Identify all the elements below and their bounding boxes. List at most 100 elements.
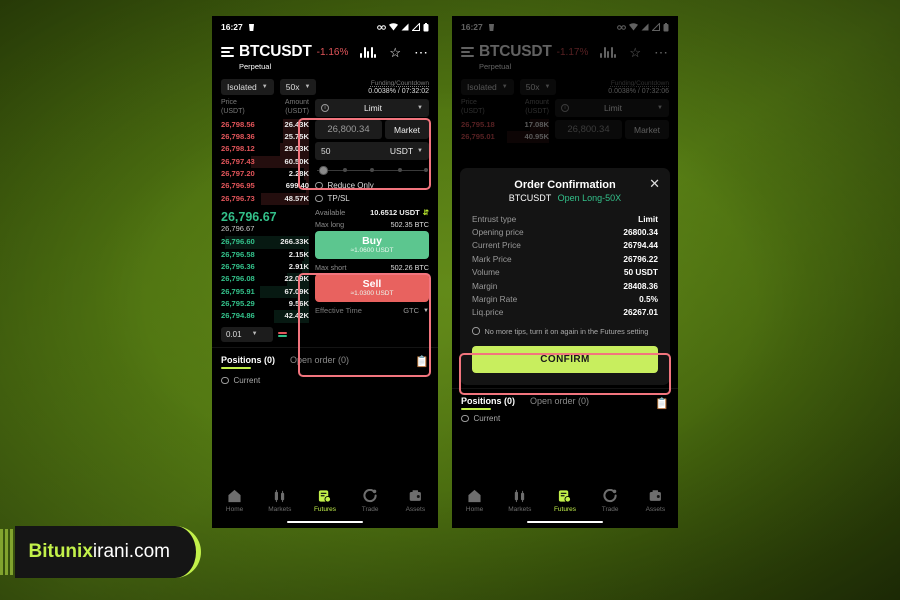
order-book-row[interactable]: 26,797.20 2.28K — [221, 168, 309, 181]
info-icon[interactable]: i — [321, 104, 329, 112]
nav-item-markets[interactable]: Markets — [260, 488, 300, 513]
wallet-transfer-icon[interactable]: ⇵ — [423, 208, 429, 217]
nav-label: Futures — [553, 506, 576, 513]
tab-positions[interactable]: Positions (0) — [221, 355, 275, 369]
slider-node[interactable] — [370, 168, 374, 173]
nav-item-markets[interactable]: Markets — [500, 488, 540, 513]
depth-view-icon[interactable] — [278, 331, 287, 337]
order-book-row[interactable]: 26,796.58 2.15K — [221, 248, 309, 261]
no-more-tips-checkbox[interactable]: No more tips, turn it on again in the Fu… — [472, 327, 658, 337]
more-options-icon[interactable]: ⋯ — [414, 45, 429, 59]
tp-sl-checkbox[interactable]: TP/SL — [315, 194, 429, 203]
nav-label: Markets — [268, 506, 292, 513]
page-title[interactable]: BTCUSDT — [239, 43, 312, 61]
order-book-row[interactable]: 26,794.86 42.42K — [221, 310, 309, 323]
market-button[interactable]: Market — [385, 120, 429, 139]
confirm-button[interactable]: CONFIRM — [472, 345, 658, 373]
nav-item-futures[interactable]: Futures — [305, 488, 345, 513]
amount-unit-dropdown[interactable]: USDT ▼ — [390, 146, 423, 156]
nav-label: Assets — [645, 506, 666, 513]
ask-rows: 26,798.56 26.43K 26,798.36 25.75K 26,798.12 2… — [221, 118, 310, 206]
nav-label: Trade — [601, 506, 619, 513]
order-book-price: 26,794.86 — [221, 311, 255, 321]
menu-icon[interactable] — [221, 47, 234, 57]
sell-label: Sell — [362, 277, 382, 290]
order-book-row[interactable]: 26,798.36 25.75K — [221, 130, 310, 144]
dialog-pair: BTCUSDT — [508, 193, 552, 203]
close-icon[interactable]: ✕ — [649, 177, 660, 190]
home-indicator — [287, 520, 363, 523]
slider-node[interactable] — [342, 168, 347, 173]
effective-time-row[interactable]: Effective Time GTC ▼ — [315, 306, 429, 315]
order-book-row[interactable]: 26,796.73 48.57K — [221, 192, 309, 206]
phone-left: 16:27 BTCUSDT -1.16% ☆ ⋯ Perpetual Isola… — [212, 16, 438, 528]
radio-icon — [461, 414, 469, 423]
order-book-header: Price(USDT) Amount(USDT) — [221, 99, 309, 117]
chevron-down-icon: ▼ — [417, 148, 423, 154]
tick-size-dropdown[interactable]: 0.01 ▼ — [221, 326, 273, 342]
nav-item-trade[interactable]: Trade — [590, 488, 630, 513]
nav-item-trade[interactable]: Trade — [350, 488, 390, 513]
slider-node[interactable] — [397, 168, 402, 173]
order-book-row[interactable]: 26,797.43 60.50K — [221, 155, 309, 168]
max-short-label: Max short — [315, 263, 347, 272]
max-long-label: Max long — [315, 220, 345, 229]
tab-open-order[interactable]: Open order (0) — [530, 396, 589, 410]
order-book-row[interactable]: 26,796.08 22.09K — [221, 273, 309, 286]
detail-key: Opening price — [472, 227, 524, 238]
amount-slider[interactable] — [317, 165, 428, 177]
current-filter[interactable]: Current — [212, 369, 438, 392]
home-icon — [227, 488, 242, 503]
order-book-row[interactable]: 26,796.36 2.91K — [221, 260, 309, 274]
order-book-price: 26,795.91 — [221, 286, 255, 296]
order-book-price: 26,798.56 — [221, 119, 255, 129]
nav-item-assets[interactable]: Assets — [395, 488, 435, 513]
slider-node[interactable] — [423, 168, 428, 173]
app-notification-icon — [248, 23, 254, 31]
reduce-only-checkbox[interactable]: Reduce Only — [315, 181, 429, 190]
no-more-tips-label: No more tips, turn it on again in the Fu… — [484, 327, 649, 336]
amount-input-row[interactable]: 50 USDT ▼ — [315, 142, 429, 160]
nav-item-futures[interactable]: Futures — [545, 488, 585, 513]
nav-item-home[interactable]: Home — [455, 488, 495, 513]
detail-value: 26794.44 — [623, 240, 658, 251]
sell-button[interactable]: Sell ≈1.0300 USDT — [315, 274, 429, 302]
order-history-icon[interactable]: 📋 — [415, 355, 429, 368]
nav-item-assets[interactable]: Assets — [635, 488, 675, 513]
dialog-direction: Open Long-50X — [557, 193, 622, 203]
dialog-detail-row: Margin 28408.36 — [472, 279, 658, 292]
leverage-dropdown[interactable]: 50x ▼ — [279, 79, 317, 95]
contract-subtitle: Perpetual — [239, 62, 272, 71]
markets-icon — [272, 488, 287, 503]
funding-countdown[interactable]: Funding/Countdown 0.0038% / 07:32:02 — [368, 80, 429, 95]
tp-sl-label: TP/SL — [327, 194, 350, 203]
slider-knob[interactable] — [319, 166, 328, 175]
order-history-icon[interactable]: 📋 — [655, 397, 669, 410]
order-book-row[interactable]: 26,798.12 29.03K — [221, 143, 309, 156]
favorite-star-icon[interactable]: ☆ — [389, 46, 401, 59]
margin-mode-dropdown[interactable]: Isolated ▼ — [221, 79, 274, 95]
tab-open-order[interactable]: Open order (0) — [290, 355, 349, 369]
futures-icon — [317, 488, 332, 503]
effective-time-value: GTC — [403, 306, 420, 315]
last-price: 26,796.67 — [221, 210, 277, 225]
order-book-row[interactable]: 26,795.91 67.09K — [221, 285, 309, 298]
order-book-row[interactable]: 26,798.56 26.43K — [221, 118, 309, 131]
order-type-dropdown[interactable]: i Limit ▼ — [315, 99, 429, 117]
order-book-price: 26,798.36 — [221, 131, 255, 141]
order-book-row[interactable]: 26,796.95 699.40 — [221, 180, 309, 193]
current-filter[interactable]: Current — [452, 407, 509, 430]
wifi-icon — [389, 23, 398, 31]
futures-icon — [557, 488, 572, 503]
amount-input[interactable]: 50 — [321, 146, 330, 156]
buy-button[interactable]: Buy ≈1.0600 USDT — [315, 231, 429, 259]
price-input[interactable]: 26,800.34 — [315, 120, 382, 139]
available-row: Available 10.6512 USDT ⇵ — [315, 208, 429, 217]
detail-value: 28408.36 — [623, 280, 658, 291]
order-book-row[interactable]: 26,796.60 266.33K — [221, 236, 309, 249]
order-book-amount: 25.75K — [284, 131, 310, 141]
order-book-row[interactable]: 26,795.29 9.56K — [221, 298, 309, 311]
nav-item-home[interactable]: Home — [215, 488, 255, 513]
chart-icon[interactable] — [360, 46, 377, 58]
col-amount-unit: (USDT) — [285, 107, 309, 115]
